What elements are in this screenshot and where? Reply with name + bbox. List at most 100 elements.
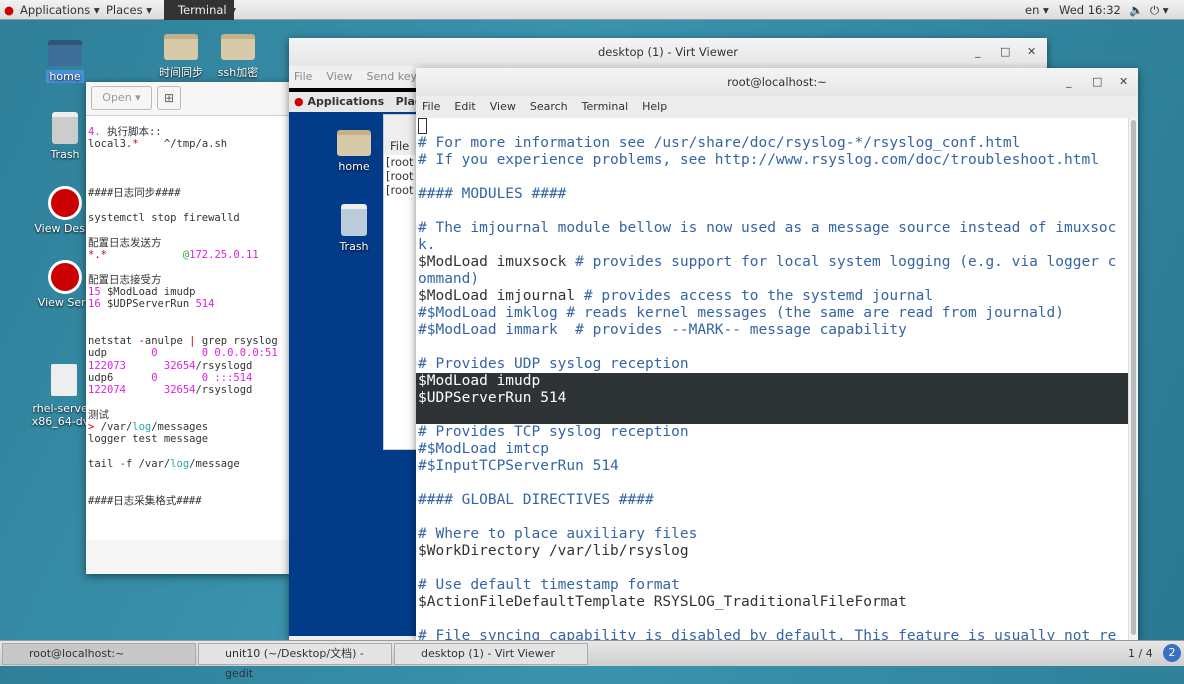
- places-menu[interactable]: Places ▾: [106, 3, 152, 17]
- menu-file[interactable]: File: [422, 100, 440, 113]
- gedit-text-segment: 4.: [88, 126, 107, 138]
- comment-text: # provides support for local system logg…: [575, 254, 1117, 270]
- minimize-button[interactable]: _: [975, 38, 981, 66]
- terminal-content[interactable]: # For more information see /usr/share/do…: [416, 118, 1138, 640]
- icon-label: ssh加密: [217, 66, 259, 79]
- vm-icon-trash[interactable]: Trash: [319, 204, 389, 253]
- code-text: $ModLoad imuxsock: [418, 254, 576, 270]
- code-text: $ModLoad imjournal: [418, 288, 584, 304]
- trash-icon: [52, 112, 78, 144]
- gedit-line: [88, 446, 292, 458]
- gedit-text-segment: /rsyslogd: [195, 359, 253, 372]
- gedit-line: [88, 175, 292, 187]
- icon-label: Trash: [339, 240, 369, 253]
- gedit-text-segment: tail: [88, 458, 120, 471]
- terminal-app-menu[interactable]: Terminal ▾: [178, 3, 236, 17]
- terminal-line: #$ModLoad imklog # reads kernel messages…: [418, 305, 1065, 321]
- power-icon[interactable]: ⏻ ▾: [1150, 3, 1169, 18]
- gedit-line: [88, 397, 292, 409]
- terminal-line: # The imjournal module bellow is now use…: [418, 220, 1117, 236]
- gedit-text-segment: 测试: [88, 408, 109, 421]
- workspace-indicator[interactable]: 1 / 4: [1128, 647, 1153, 660]
- folder-icon: [221, 34, 255, 60]
- new-tab-button[interactable]: ⊞: [157, 86, 181, 110]
- scrollbar-thumb[interactable]: [1131, 120, 1136, 635]
- trash-icon: [341, 204, 367, 236]
- terminal-line: # Where to place auxiliary files: [418, 526, 698, 542]
- vm-applications-menu[interactable]: Applications: [307, 95, 384, 108]
- close-button[interactable]: ✕: [1027, 38, 1036, 66]
- gedit-text-segment: ####日志采集格式####: [88, 494, 202, 507]
- gedit-text-segment: log: [132, 421, 152, 434]
- terminal-scrollbar[interactable]: [1128, 118, 1138, 640]
- notification-badge[interactable]: 2: [1163, 644, 1181, 662]
- menu-edit[interactable]: Edit: [454, 100, 475, 113]
- close-button[interactable]: ✕: [1119, 68, 1128, 96]
- terminal-line: # For more information see /usr/share/do…: [418, 135, 1021, 151]
- task-terminal[interactable]: root@localhost:~: [2, 643, 196, 665]
- menu-view[interactable]: View: [326, 70, 352, 83]
- task-label: root@localhost:~: [29, 647, 125, 660]
- gedit-text-segment: grep rsyslog: [195, 335, 278, 348]
- terminal-line: k.: [418, 237, 436, 253]
- gedit-text-segment: f /var/: [125, 458, 171, 471]
- volume-muted-icon[interactable]: 🔈: [1129, 3, 1143, 17]
- folder-icon: [164, 34, 198, 60]
- gedit-text-segment: udp: [88, 347, 152, 360]
- menu-terminal[interactable]: Terminal: [582, 100, 629, 113]
- gedit-line: [88, 261, 292, 273]
- menu-view[interactable]: View: [490, 100, 516, 113]
- maximize-button[interactable]: □: [1092, 68, 1102, 96]
- gedit-line: [88, 323, 292, 335]
- applications-menu[interactable]: Applications ▾: [20, 3, 100, 17]
- terminal-line: $ModLoad imudp: [416, 373, 1128, 390]
- gedit-toolbar: Open ▾ ⊞: [86, 82, 292, 116]
- gedit-text-segment: logger test message: [88, 433, 209, 446]
- gedit-line: *.* @172.25.0.11: [88, 249, 292, 261]
- minimize-button[interactable]: _: [1066, 68, 1072, 96]
- gedit-text-segment: [107, 249, 183, 261]
- gedit-window: Open ▾ ⊞ 4. 执行脚本:: local3.* ^/tmp/a.sh ##…: [86, 82, 292, 574]
- gedit-line: udp6 0 0 :::514: [88, 372, 292, 384]
- disc-icon: [51, 364, 77, 396]
- menu-search[interactable]: Search: [530, 100, 568, 113]
- gedit-line: systemctl stop firewalld: [88, 212, 292, 224]
- gedit-text-segment: 配置日志发送方: [88, 236, 162, 249]
- terminal-window: root@localhost:~ _ □ ✕ File Edit View Search T…: [416, 68, 1138, 640]
- gedit-text-segment: ^/tmp/a.sh: [163, 138, 228, 151]
- clock[interactable]: Wed 16:32: [1059, 3, 1121, 17]
- comment-text: # provides access to the systemd journal: [583, 288, 934, 304]
- gedit-line: udp 0 0 0.0.0.0:51: [88, 347, 292, 359]
- gedit-line: 122073 32654/rsyslogd: [88, 360, 292, 372]
- window-title: root@localhost:~: [727, 75, 827, 89]
- menu-send-key[interactable]: Send key: [367, 70, 417, 83]
- gedit-text-segment: ####日志同步####: [88, 187, 181, 200]
- gedit-text-segment: [126, 384, 164, 396]
- task-virt-viewer[interactable]: desktop (1) - Virt Viewer: [394, 643, 588, 665]
- open-button[interactable]: Open ▾: [91, 86, 152, 110]
- gedit-text-segment: $ModLoad imudp: [100, 285, 196, 298]
- terminal-line: $ModLoad imuxsock # provides support for…: [416, 254, 1128, 271]
- terminal-line: #$ModLoad imtcp: [418, 441, 549, 457]
- gedit-text-segment: log: [170, 458, 190, 471]
- terminal-titlebar: root@localhost:~ _ □ ✕: [416, 68, 1138, 96]
- gedit-line: local3.* ^/tmp/a.sh: [88, 138, 292, 150]
- desktop-icon-folder[interactable]: ssh加密: [203, 34, 273, 80]
- task-label: unit10 (~/Desktop/文档) - gedit: [225, 647, 364, 680]
- gedit-line: [88, 310, 292, 322]
- terminal-line: # Provides UDP syslog reception: [418, 356, 689, 372]
- menu-file[interactable]: File: [294, 70, 312, 83]
- vm-icon-home[interactable]: home: [319, 130, 389, 173]
- language-menu[interactable]: en ▾: [1025, 3, 1049, 17]
- task-gedit[interactable]: unit10 (~/Desktop/文档) - gedit: [198, 643, 392, 680]
- gedit-text-segment: udp6: [88, 371, 152, 384]
- menu-help[interactable]: Help: [642, 100, 667, 113]
- gedit-text-area[interactable]: 4. 执行脚本:: local3.* ^/tmp/a.sh ####日志同步###…: [86, 116, 292, 540]
- gedit-text-segment: systemctl stop firewalld: [88, 212, 240, 225]
- desktop-icon-home[interactable]: home: [30, 40, 100, 83]
- maximize-button[interactable]: □: [1000, 38, 1010, 66]
- terminal-line: [416, 118, 1128, 135]
